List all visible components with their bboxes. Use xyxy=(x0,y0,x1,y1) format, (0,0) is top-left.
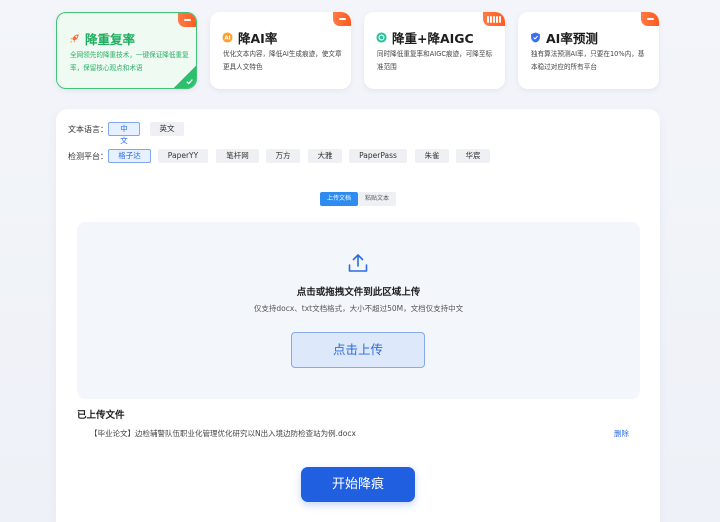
card-desc: 独有算法预测AI率，只要在10%内，基本稳过对应的所有平台 xyxy=(531,50,645,71)
start-button[interactable]: 开始降痕 xyxy=(301,467,415,502)
upload-dropzone[interactable]: 点击或拖拽文件到此区域上传 仅支持docx、txt文档格式，大小不超过50M，文… xyxy=(77,222,640,399)
card-title: AI率预测 xyxy=(530,28,598,47)
platform-option[interactable]: 格子达 xyxy=(108,149,151,163)
card-title: 降重复率 xyxy=(69,29,135,48)
card-desc: 全网领先的降重技术，一键保证降低重复率，保留核心观点和术语 xyxy=(70,51,189,72)
platform-option[interactable]: 万方 xyxy=(266,149,300,163)
delete-file-link[interactable]: 删除 xyxy=(614,428,629,439)
card-tag xyxy=(483,12,505,26)
card-title: AI 降AI率 xyxy=(222,28,277,47)
card-title-text: 降重+降AIGC xyxy=(392,31,474,46)
rocket-icon xyxy=(69,33,80,44)
card-tag xyxy=(641,12,659,26)
click-upload-button[interactable]: 点击上传 xyxy=(291,332,425,368)
tab-upload-document[interactable]: 上传文档 xyxy=(320,192,359,206)
card-reduce-combo[interactable]: 降重+降AIGC 同时降低重复率和AIGC痕迹，可降至标准范围 xyxy=(364,12,505,89)
card-title: 降重+降AIGC xyxy=(376,28,474,47)
language-option-zh[interactable]: 中文 xyxy=(108,122,140,145)
platform-option[interactable]: 大雅 xyxy=(308,149,342,163)
platform-option[interactable]: 朱雀 xyxy=(415,149,449,163)
platform-option[interactable]: PaperYY xyxy=(158,149,208,163)
card-ai-predict[interactable]: AI率预测 独有算法预测AI率，只要在10%内，基本稳过对应的所有平台 xyxy=(518,12,659,89)
platform-option[interactable]: 笔杆网 xyxy=(216,149,259,163)
card-desc: 同时降低重复率和AIGC痕迹，可降至标准范围 xyxy=(377,50,493,71)
card-title-text: 降重复率 xyxy=(85,32,136,47)
shield-icon xyxy=(530,32,541,43)
platform-label: 检测平台： xyxy=(68,152,108,161)
uploaded-files-heading: 已上传文件 xyxy=(77,410,125,421)
selected-check-icon xyxy=(174,66,196,88)
card-tag xyxy=(333,12,351,26)
language-option-en[interactable]: 英文 xyxy=(150,122,184,136)
card-reduce-duplicate[interactable]: 降重复率 全网领先的降重技术，一键保证降低重复率，保留核心观点和术语 xyxy=(56,12,197,89)
uploaded-file-name: 【毕业论文】边检辅警队伍职业化管理优化研究以N出入境边防检查站为例.docx xyxy=(90,429,356,438)
card-tag xyxy=(178,13,196,27)
tab-paste-text[interactable]: 粘贴文本 xyxy=(358,192,397,206)
main-panel: 文本语言： 中文 英文 检测平台： 格子达 PaperYY 笔杆网 万方 大雅 … xyxy=(56,109,660,522)
card-desc: 优化文本内容，降低AI生成痕迹，使文章更具人文特色 xyxy=(223,50,342,71)
card-title-text: 降AI率 xyxy=(238,31,278,46)
svg-text:AI: AI xyxy=(224,36,230,42)
dropzone-hint: 仅支持docx、txt文档格式，大小不超过50M，文档仅支持中文 xyxy=(253,304,464,313)
language-label: 文本语言： xyxy=(68,125,108,134)
upload-icon xyxy=(347,252,369,278)
dropzone-heading: 点击或拖拽文件到此区域上传 xyxy=(296,287,421,298)
card-reduce-ai[interactable]: AI 降AI率 优化文本内容，降低AI生成痕迹，使文章更具人文特色 xyxy=(210,12,351,89)
card-title-text: AI率预测 xyxy=(546,31,598,46)
platform-option[interactable]: 华宸 xyxy=(456,149,490,163)
ai-badge-icon: AI xyxy=(222,32,233,43)
combo-icon xyxy=(376,32,387,43)
platform-option[interactable]: PaperPass xyxy=(349,149,407,163)
